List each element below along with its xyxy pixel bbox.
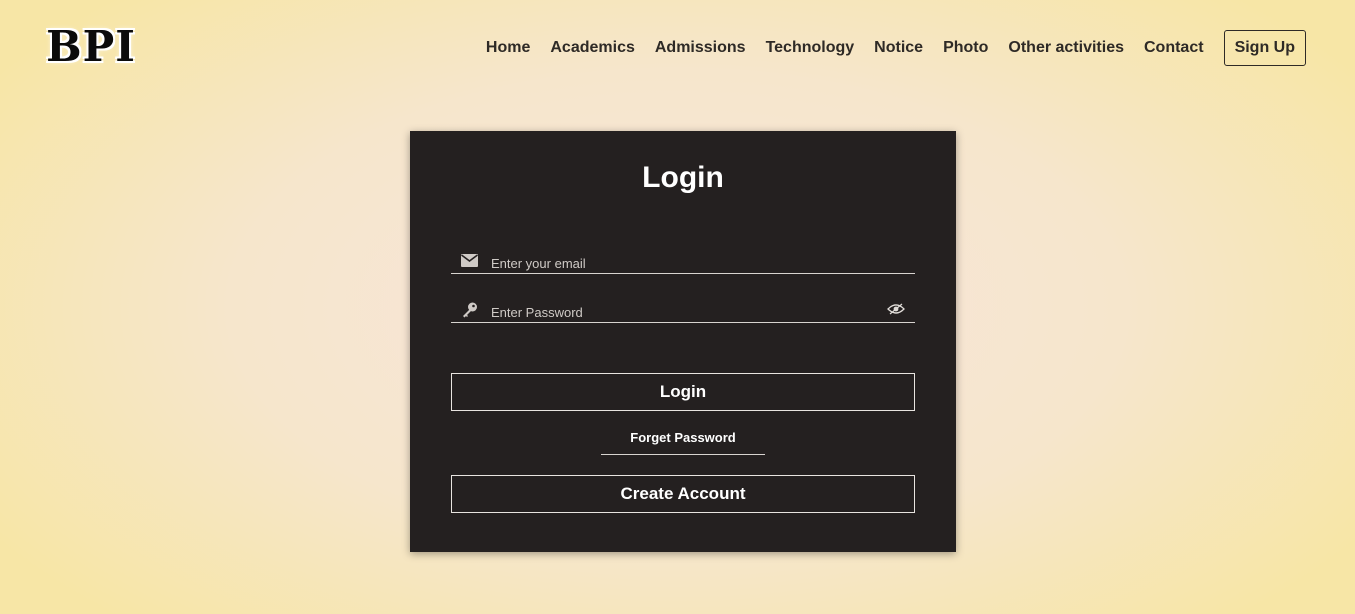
nav-academics[interactable]: Academics (550, 30, 635, 66)
password-field[interactable]: Enter Password (451, 297, 915, 323)
nav-home[interactable]: Home (486, 30, 530, 66)
site-logo[interactable]: BPI (44, 22, 138, 71)
eye-icon[interactable] (887, 302, 905, 320)
login-title: Login (642, 161, 724, 194)
password-placeholder: Enter Password (491, 305, 583, 320)
nav-other-activities[interactable]: Other activities (1008, 30, 1124, 66)
key-icon (451, 302, 481, 318)
forgot-password-link[interactable]: Forget Password (601, 427, 765, 455)
create-account-button[interactable]: Create Account (451, 475, 915, 513)
nav-photo[interactable]: Photo (943, 30, 988, 66)
envelope-icon (451, 254, 481, 267)
sign-up-button[interactable]: Sign Up (1223, 30, 1306, 66)
login-card: Login Enter your email Enter Password Lo… (410, 131, 956, 552)
nav-admissions[interactable]: Admissions (655, 30, 746, 66)
login-button[interactable]: Login (451, 373, 915, 411)
main-nav: Home Academics Admissions Technology Not… (466, 30, 1306, 66)
email-field[interactable]: Enter your email (451, 248, 915, 274)
nav-technology[interactable]: Technology (766, 30, 855, 66)
email-placeholder: Enter your email (491, 256, 586, 271)
nav-notice[interactable]: Notice (874, 30, 923, 66)
nav-contact[interactable]: Contact (1144, 30, 1204, 66)
